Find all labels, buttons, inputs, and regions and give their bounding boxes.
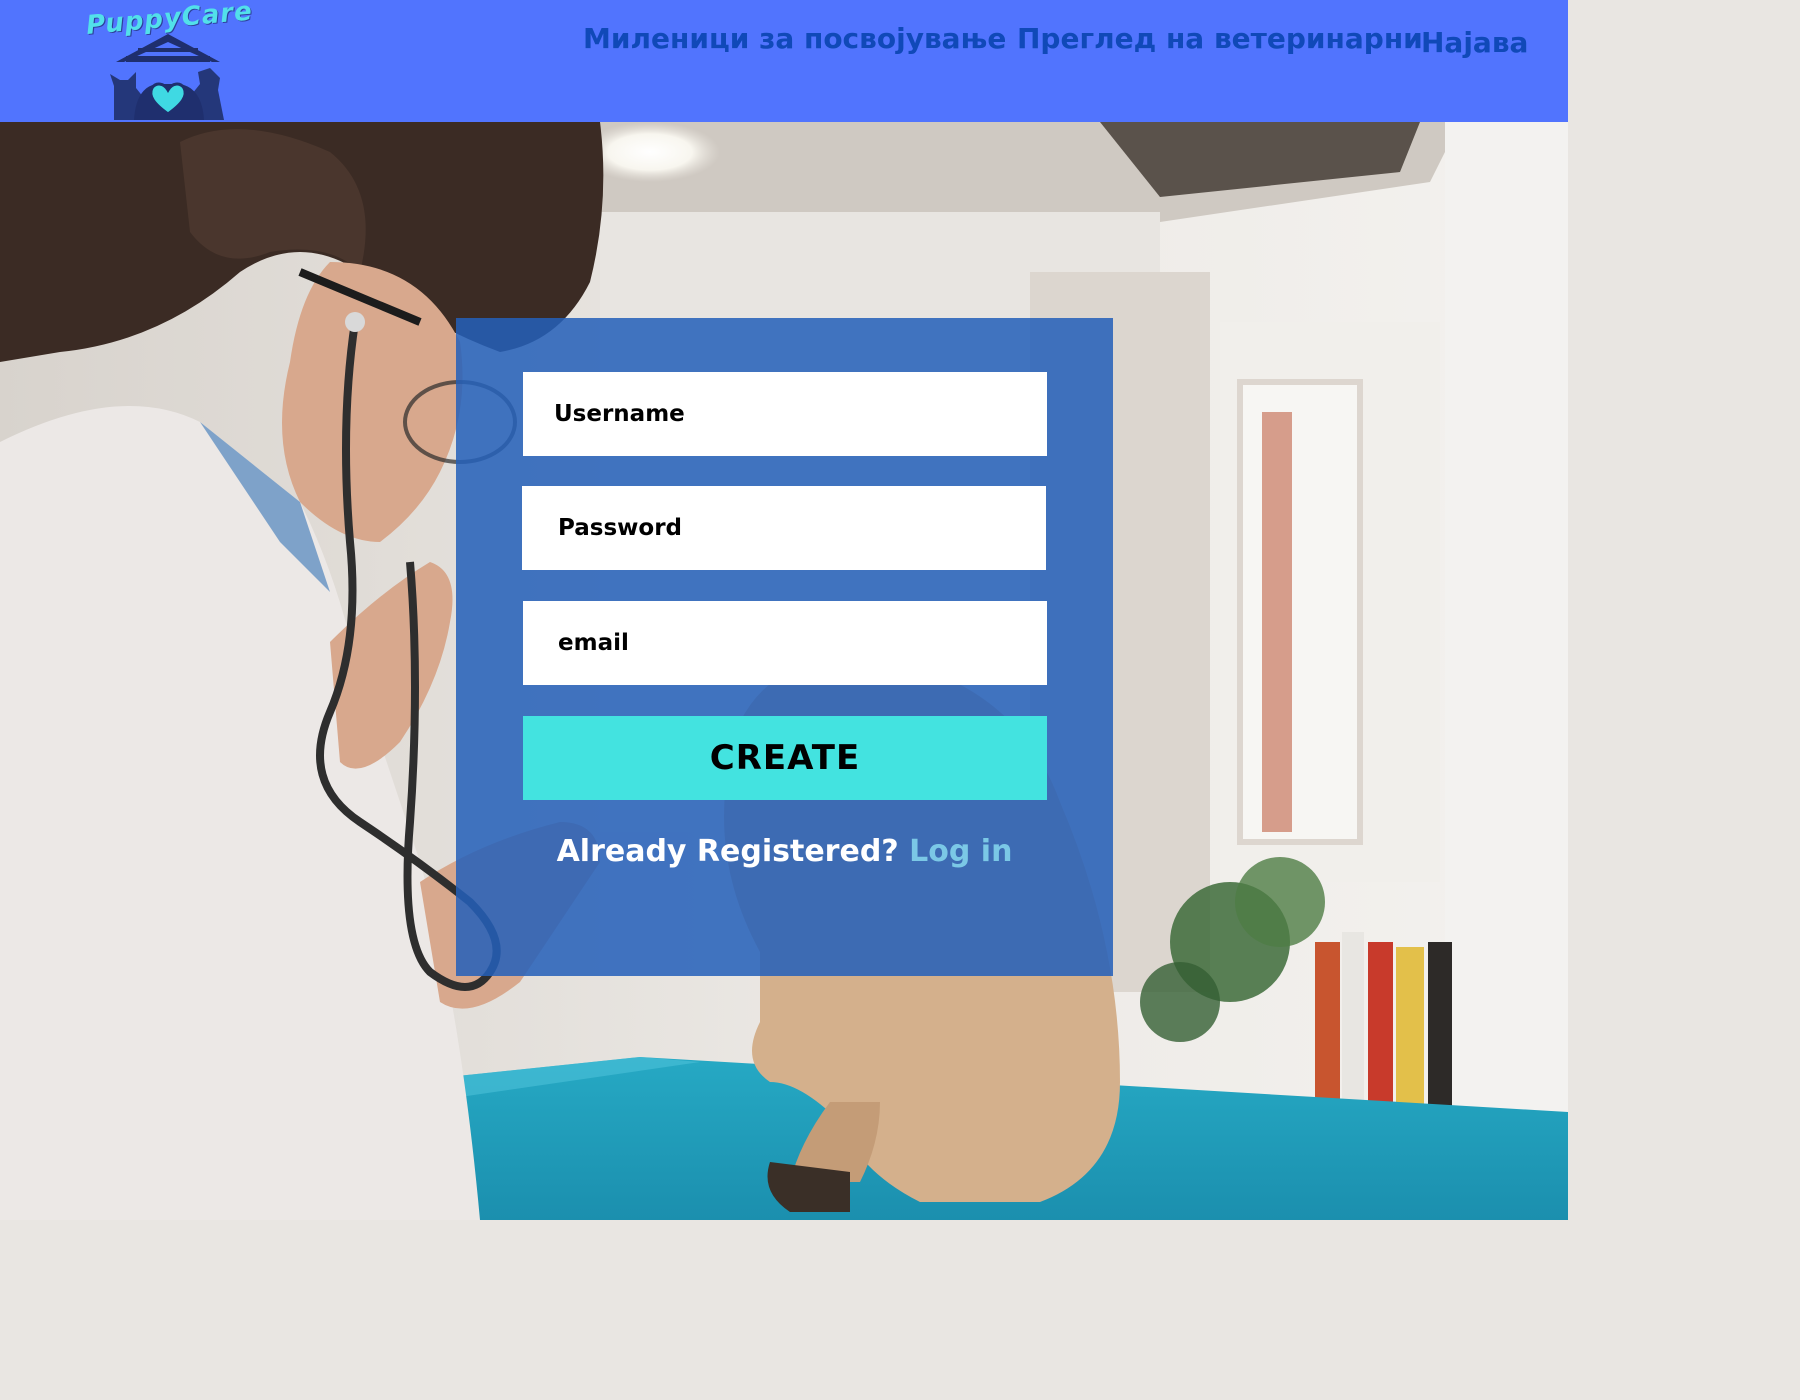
already-registered-text: Already Registered? [556, 834, 910, 869]
create-button[interactable]: CREATE [523, 716, 1047, 800]
nav-vet-overview[interactable]: Преглед на ветеринарни [1017, 22, 1423, 55]
top-navbar: PuppyCare Миленици за посвојување Прегле… [0, 0, 1568, 122]
brand-logo[interactable]: PuppyCare [85, 0, 254, 120]
login-link[interactable]: Log in [909, 834, 1012, 869]
nav-login[interactable]: Најава [1421, 26, 1528, 59]
house-dog-cat-heart-icon [110, 34, 224, 120]
username-field[interactable] [523, 372, 1047, 456]
nav-pets-for-adoption[interactable]: Миленици за посвојување [583, 22, 1006, 55]
already-registered-line: Already Registered? Log in [456, 834, 1113, 869]
password-field[interactable] [522, 486, 1046, 570]
email-field[interactable] [523, 601, 1047, 685]
